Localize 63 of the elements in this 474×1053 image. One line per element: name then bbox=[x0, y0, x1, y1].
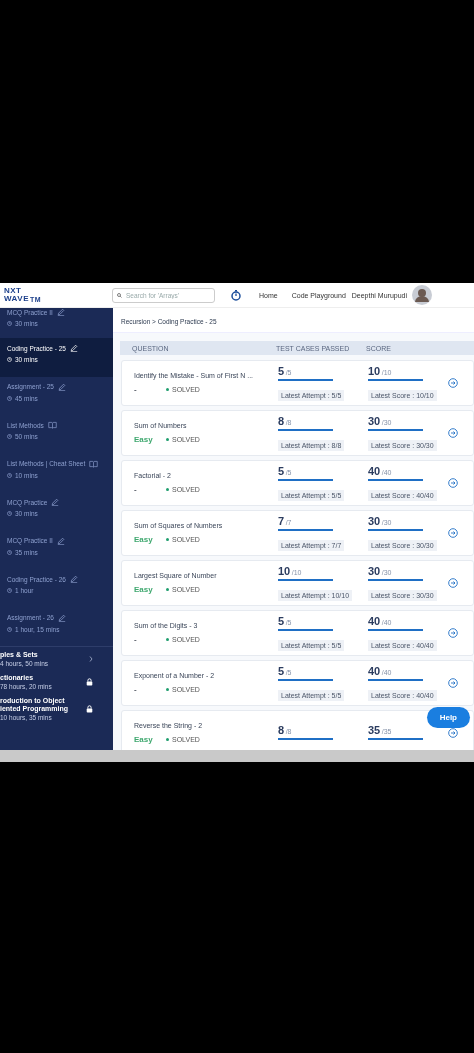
lock-icon bbox=[86, 678, 93, 686]
pencil-icon bbox=[56, 536, 65, 545]
chevron-right-icon[interactable] bbox=[89, 656, 93, 662]
scrollbar[interactable] bbox=[0, 750, 474, 762]
status-dot bbox=[166, 638, 169, 641]
pencil-icon bbox=[57, 382, 66, 391]
logo-text: NXT bbox=[4, 287, 23, 295]
arrow-circle-icon[interactable] bbox=[448, 628, 458, 638]
pencil-icon bbox=[56, 308, 65, 316]
test-cases-count: 5 bbox=[278, 464, 285, 477]
book-icon bbox=[89, 459, 99, 468]
test-cases-count: 10 bbox=[278, 564, 291, 577]
status-dot bbox=[166, 738, 169, 741]
score-value: 40 bbox=[368, 464, 381, 477]
score-value: 30 bbox=[368, 414, 381, 427]
status-dot bbox=[166, 538, 169, 541]
arrow-circle-icon[interactable] bbox=[448, 578, 458, 588]
test-cases-count: 5 bbox=[278, 664, 285, 677]
clock-icon bbox=[7, 395, 12, 401]
arrow-circle-icon[interactable] bbox=[448, 678, 458, 688]
lock-icon bbox=[86, 705, 93, 713]
pencil-icon bbox=[57, 613, 66, 622]
test-cases-count: 7 bbox=[278, 514, 285, 527]
test-cases-count: 8 bbox=[278, 414, 285, 427]
status-dot bbox=[166, 388, 169, 391]
test-cases-count: 5 bbox=[278, 364, 285, 377]
score-value: 40 bbox=[368, 664, 381, 677]
clock-icon bbox=[7, 472, 12, 478]
test-cases-count: 5 bbox=[278, 614, 285, 627]
clock-icon bbox=[7, 588, 12, 593]
status-dot bbox=[166, 688, 169, 691]
arrow-circle-icon[interactable] bbox=[448, 728, 458, 738]
score-value: 30 bbox=[368, 514, 381, 527]
stopwatch-icon[interactable] bbox=[231, 289, 241, 301]
status-dot bbox=[166, 588, 169, 591]
clock-icon bbox=[7, 357, 12, 362]
logo-text: WAVE bbox=[4, 295, 29, 303]
book-icon bbox=[47, 421, 57, 429]
difficulty-text: - bbox=[134, 385, 138, 394]
clock-icon bbox=[7, 434, 12, 439]
clock-icon bbox=[7, 549, 12, 555]
help-button[interactable]: Help bbox=[426, 707, 470, 728]
arrow-circle-icon[interactable] bbox=[448, 378, 458, 388]
status-dot bbox=[166, 488, 169, 491]
score-value: 30 bbox=[368, 564, 381, 577]
test-cases-count: 8 bbox=[278, 723, 285, 736]
score-value: 40 bbox=[368, 614, 381, 627]
difficulty-text: - bbox=[134, 485, 138, 494]
arrow-circle-icon[interactable] bbox=[448, 528, 458, 538]
arrow-circle-icon[interactable] bbox=[448, 428, 458, 438]
difficulty-text: - bbox=[134, 685, 138, 694]
pencil-icon bbox=[69, 344, 78, 352]
avatar-icon[interactable] bbox=[412, 285, 433, 305]
score-value: 10 bbox=[368, 364, 381, 377]
pencil-icon bbox=[69, 575, 78, 583]
arrow-circle-icon[interactable] bbox=[448, 478, 458, 488]
clock-icon bbox=[7, 626, 12, 632]
pencil-icon bbox=[51, 498, 60, 506]
clock-icon bbox=[7, 511, 12, 516]
difficulty-text: - bbox=[134, 635, 138, 644]
score-value: 35 bbox=[368, 723, 381, 736]
status-dot bbox=[166, 438, 169, 441]
clock-icon bbox=[7, 321, 12, 326]
